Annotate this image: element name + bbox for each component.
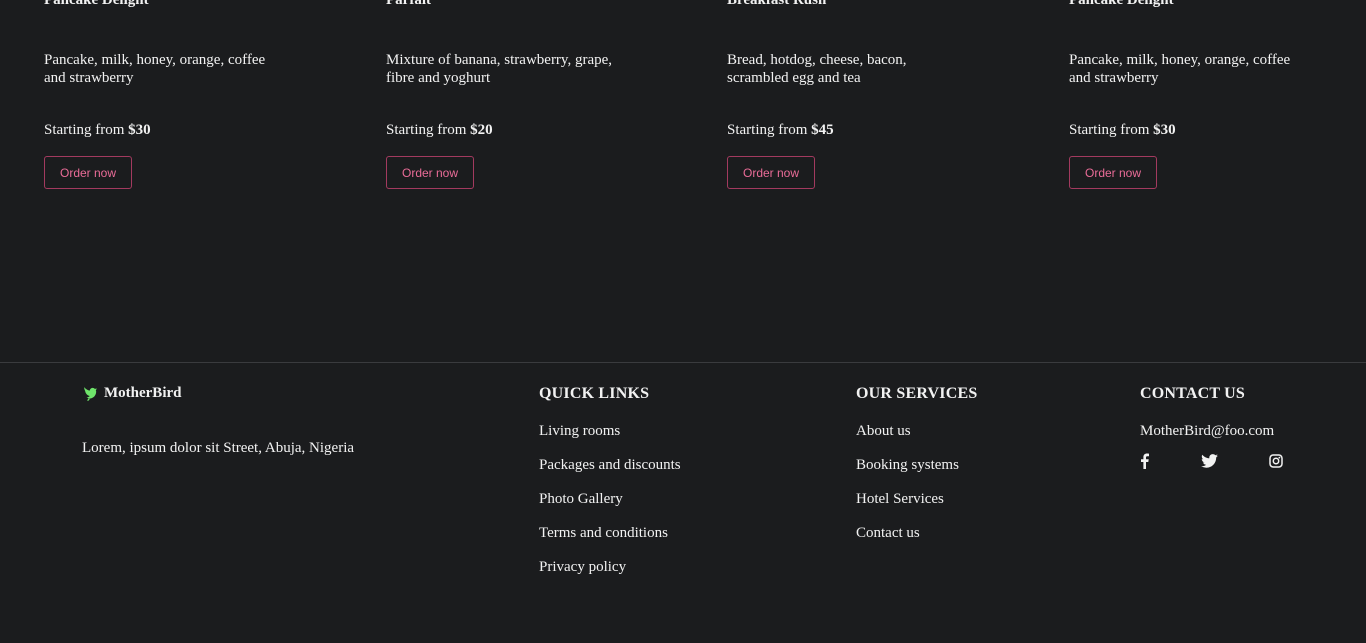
quick-links-list: Living rooms Packages and discounts Phot… — [539, 422, 681, 592]
card-title: Parfait — [386, 0, 431, 8]
services-heading: OUR SERVICES — [856, 385, 978, 402]
twitter-icon — [1201, 454, 1218, 468]
contact-email[interactable]: MotherBird@foo.com — [1140, 422, 1285, 440]
price-prefix: Starting from — [727, 122, 812, 138]
contact-column: CONTACT US MotherBird@foo.com — [1140, 385, 1285, 469]
order-now-button[interactable]: Order now — [386, 156, 474, 189]
list-item: Booking systems — [856, 456, 977, 490]
list-item: Contact us — [856, 524, 977, 558]
price-prefix: Starting from — [44, 122, 129, 138]
link-photo-gallery[interactable]: Photo Gallery — [539, 491, 623, 507]
order-now-button[interactable]: Order now — [44, 156, 132, 189]
card-price: Starting from $20 — [386, 121, 493, 139]
bird-icon — [84, 387, 97, 401]
card-description: Bread, hotdog, cheese, bacon, scrambled … — [727, 52, 907, 86]
link-packages-discounts[interactable]: Packages and discounts — [539, 457, 681, 473]
quick-links-column: QUICK LINKS Living rooms Packages and di… — [539, 385, 681, 592]
social-links — [1140, 453, 1285, 469]
facebook-icon — [1141, 453, 1149, 469]
price-prefix: Starting from — [386, 122, 471, 138]
list-item: Packages and discounts — [539, 456, 681, 490]
card-title: Breakfast Rush — [727, 0, 827, 8]
facebook-link[interactable] — [1140, 453, 1149, 469]
link-privacy-policy[interactable]: Privacy policy — [539, 559, 626, 575]
list-item: Hotel Services — [856, 490, 977, 524]
list-item: Terms and conditions — [539, 524, 681, 558]
footer-address: Lorem, ipsum dolor sit Street, Abuja, Ni… — [82, 440, 355, 456]
price-prefix: Starting from — [1069, 122, 1154, 138]
quick-links-heading: QUICK LINKS — [539, 385, 650, 402]
card-price: Starting from $30 — [44, 121, 151, 139]
price-value: $20 — [470, 122, 493, 138]
card-price: Starting from $30 — [1069, 121, 1176, 139]
list-item: Living rooms — [539, 422, 681, 456]
card-description: Pancake, milk, honey, orange, coffee and… — [44, 52, 266, 86]
order-now-button[interactable]: Order now — [727, 156, 815, 189]
card-description: Pancake, milk, honey, orange, coffee and… — [1069, 52, 1291, 86]
instagram-link[interactable] — [1269, 453, 1283, 469]
price-value: $30 — [1153, 122, 1176, 138]
card-description: Mixture of banana, strawberry, grape, fi… — [386, 52, 613, 86]
link-living-rooms[interactable]: Living rooms — [539, 423, 620, 439]
link-hotel-services[interactable]: Hotel Services — [856, 491, 944, 507]
price-value: $30 — [128, 122, 151, 138]
twitter-link[interactable] — [1201, 453, 1218, 469]
link-terms-conditions[interactable]: Terms and conditions — [539, 525, 668, 541]
card-title: Pancake Delight — [1069, 0, 1174, 8]
link-booking-systems[interactable]: Booking systems — [856, 457, 959, 473]
card-title: Pancake Delight — [44, 0, 149, 8]
footer: MotherBird Lorem, ipsum dolor sit Street… — [0, 362, 1366, 643]
order-now-button[interactable]: Order now — [1069, 156, 1157, 189]
services-list: About us Booking systems Hotel Services … — [856, 422, 977, 558]
services-column: OUR SERVICES About us Booking systems Ho… — [856, 385, 977, 558]
price-value: $45 — [811, 122, 834, 138]
link-about-us[interactable]: About us — [856, 423, 911, 439]
list-item: Privacy policy — [539, 558, 681, 592]
card-price: Starting from $45 — [727, 121, 834, 139]
brand-name: MotherBird — [104, 385, 182, 401]
link-contact-us[interactable]: Contact us — [856, 525, 920, 541]
contact-heading: CONTACT US — [1140, 385, 1245, 402]
page: Pancake Delight Pancake, milk, honey, or… — [0, 0, 1366, 643]
list-item: About us — [856, 422, 977, 456]
brand-logo[interactable]: MotherBird — [82, 385, 181, 402]
list-item: Photo Gallery — [539, 490, 681, 524]
menu-cards: Pancake Delight Pancake, milk, honey, or… — [0, 0, 1366, 362]
instagram-icon — [1269, 454, 1283, 468]
